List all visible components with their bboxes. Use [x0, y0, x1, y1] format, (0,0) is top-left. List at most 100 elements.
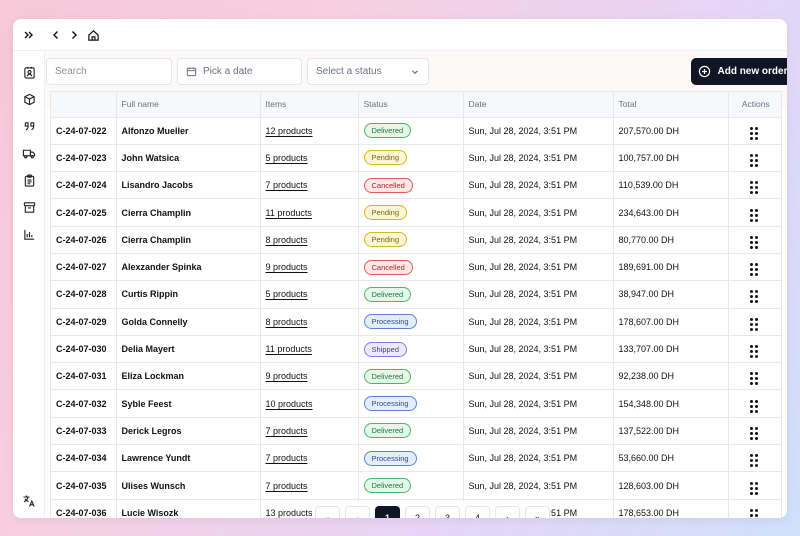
- items-link[interactable]: 7 products: [266, 426, 308, 436]
- contact-badge-icon[interactable]: [21, 64, 37, 80]
- date-cell: Sun, Jul 28, 2024, 3:51 PM: [463, 226, 614, 254]
- table-row[interactable]: C-24-07-035 Ulises Wunsch 7 products Delive…: [51, 471, 781, 500]
- more-actions-icon[interactable]: [749, 208, 762, 222]
- order-code: C-24-07-024: [51, 171, 117, 200]
- search-input[interactable]: [55, 66, 171, 77]
- items-link[interactable]: 7 products: [266, 453, 308, 463]
- more-actions-icon[interactable]: [749, 317, 762, 331]
- chevron-left-icon[interactable]: [48, 27, 64, 43]
- items-link[interactable]: 9 products: [266, 371, 308, 381]
- clipboard-icon[interactable]: [21, 172, 37, 188]
- page-button-1[interactable]: 1: [375, 505, 400, 518]
- table-row[interactable]: C-24-07-034 Lawrence Yundt 7 products Proce…: [51, 444, 781, 473]
- more-actions-icon[interactable]: [749, 126, 762, 140]
- column-header-total[interactable]: Total: [613, 92, 729, 118]
- last-page-button[interactable]: »: [525, 505, 550, 518]
- more-actions-icon[interactable]: [749, 426, 762, 440]
- items-link[interactable]: 8 products: [266, 317, 308, 327]
- more-actions-icon[interactable]: [749, 263, 762, 277]
- total-cell: 110,539.00 DH: [613, 171, 729, 200]
- chevron-right-icon[interactable]: [66, 27, 82, 43]
- items-link[interactable]: 8 products: [266, 235, 308, 245]
- items-link[interactable]: 7 products: [266, 481, 308, 491]
- items-link[interactable]: 7 products: [266, 180, 308, 190]
- home-icon[interactable]: [85, 27, 101, 43]
- more-actions-icon[interactable]: [749, 454, 762, 468]
- total-cell: 189,691.00 DH: [613, 253, 729, 282]
- table-row[interactable]: C-24-07-023 John Watsica 5 products Pending…: [51, 144, 781, 173]
- table-row[interactable]: C-24-07-032 Syble Feest 10 products Process…: [51, 389, 781, 418]
- actions-cell: [728, 499, 781, 518]
- archive-icon[interactable]: [21, 199, 37, 215]
- order-code: C-24-07-022: [51, 117, 117, 145]
- table-row[interactable]: C-24-07-029 Golda Connelly 8 products Proce…: [51, 308, 781, 336]
- table-row[interactable]: C-24-07-031 Eliza Lockman 9 products Delive…: [51, 362, 781, 391]
- more-actions-icon[interactable]: [749, 399, 762, 413]
- table-row[interactable]: C-24-07-026 Cierra Champlin 8 products Pend…: [51, 226, 781, 254]
- actions-cell: [728, 308, 781, 336]
- more-actions-icon[interactable]: [749, 481, 762, 495]
- items-link[interactable]: 5 products: [266, 289, 308, 299]
- actions-cell: [728, 117, 781, 145]
- column-header-items[interactable]: Items: [260, 92, 359, 118]
- status-badge: Processing: [363, 450, 417, 466]
- table-row[interactable]: C-24-07-027 Alexzander Spinka 9 products Ca…: [51, 253, 781, 282]
- order-code: C-24-07-032: [51, 389, 117, 418]
- order-code: C-24-07-030: [51, 335, 117, 364]
- search-field[interactable]: [46, 58, 172, 85]
- date-cell: Sun, Jul 28, 2024, 3:51 PM: [463, 253, 614, 282]
- date-cell: Sun, Jul 28, 2024, 3:51 PM: [463, 471, 614, 500]
- table-row[interactable]: C-24-07-024 Lisandro Jacobs 7 products Canc…: [51, 171, 781, 200]
- bar-chart-icon[interactable]: [21, 226, 37, 242]
- status-select[interactable]: Select a status: [307, 58, 429, 85]
- items-link[interactable]: 9 products: [266, 262, 308, 272]
- status-cell: Pending: [358, 144, 464, 173]
- column-header-full-name[interactable]: Full name: [116, 92, 261, 118]
- total-cell: 137,522.00 DH: [613, 417, 729, 446]
- status-cell: Shipped: [358, 335, 464, 364]
- status-cell: Cancelled: [358, 171, 464, 200]
- column-header-date[interactable]: Date: [463, 92, 614, 118]
- order-code: C-24-07-027: [51, 253, 117, 282]
- table-row[interactable]: C-24-07-030 Delia Mayert 11 products Shippe…: [51, 335, 781, 364]
- double-chevron-right-icon[interactable]: [21, 27, 37, 43]
- items-link[interactable]: 10 products: [266, 399, 313, 409]
- page-button-2[interactable]: 2: [405, 505, 430, 518]
- items-link[interactable]: 11 products: [266, 208, 312, 218]
- actions-cell: [728, 471, 781, 500]
- more-actions-icon[interactable]: [749, 181, 762, 195]
- more-actions-icon[interactable]: [749, 345, 762, 359]
- page-button-4[interactable]: 4: [465, 505, 490, 518]
- column-header-status[interactable]: Status: [358, 92, 464, 118]
- next-page-button[interactable]: ›: [495, 505, 520, 518]
- more-actions-icon[interactable]: [749, 235, 762, 249]
- table-row[interactable]: C-24-07-033 Derick Legros 7 products Delive…: [51, 417, 781, 446]
- truck-icon[interactable]: [21, 145, 37, 161]
- table-row[interactable]: C-24-07-028 Curtis Rippin 5 products Delive…: [51, 280, 781, 309]
- translate-icon[interactable]: [21, 493, 37, 509]
- more-actions-icon[interactable]: [749, 372, 762, 386]
- status-cell: Delivered: [358, 117, 464, 145]
- add-new-order-button[interactable]: Add new order: [691, 58, 787, 85]
- more-actions-icon[interactable]: [749, 508, 762, 518]
- items-link[interactable]: 11 products: [266, 344, 312, 354]
- status-cell: Delivered: [358, 471, 464, 500]
- customer-name: Golda Connelly: [116, 308, 261, 336]
- table-row[interactable]: C-24-07-025 Cierra Champlin 11 products Pen…: [51, 198, 781, 227]
- items-link[interactable]: 5 products: [266, 153, 308, 163]
- items-cell: 5 products: [260, 280, 359, 309]
- more-actions-icon[interactable]: [749, 290, 762, 304]
- table-row[interactable]: C-24-07-022 Alfonzo Mueller 12 products Del…: [51, 117, 781, 145]
- first-page-button[interactable]: «: [315, 505, 340, 518]
- page-button-3[interactable]: 3: [435, 505, 460, 518]
- date-picker[interactable]: Pick a date: [177, 58, 302, 85]
- more-actions-icon[interactable]: [749, 153, 762, 167]
- package-box-icon[interactable]: [21, 91, 37, 107]
- order-code: C-24-07-034: [51, 444, 117, 473]
- status-badge: Delivered: [363, 123, 412, 139]
- items-link[interactable]: 12 products: [266, 126, 313, 136]
- status-badge: Shipped: [363, 341, 408, 357]
- previous-page-button[interactable]: ‹: [345, 505, 370, 518]
- items-link[interactable]: 13 products: [266, 508, 313, 518]
- quote-icon[interactable]: [21, 118, 37, 134]
